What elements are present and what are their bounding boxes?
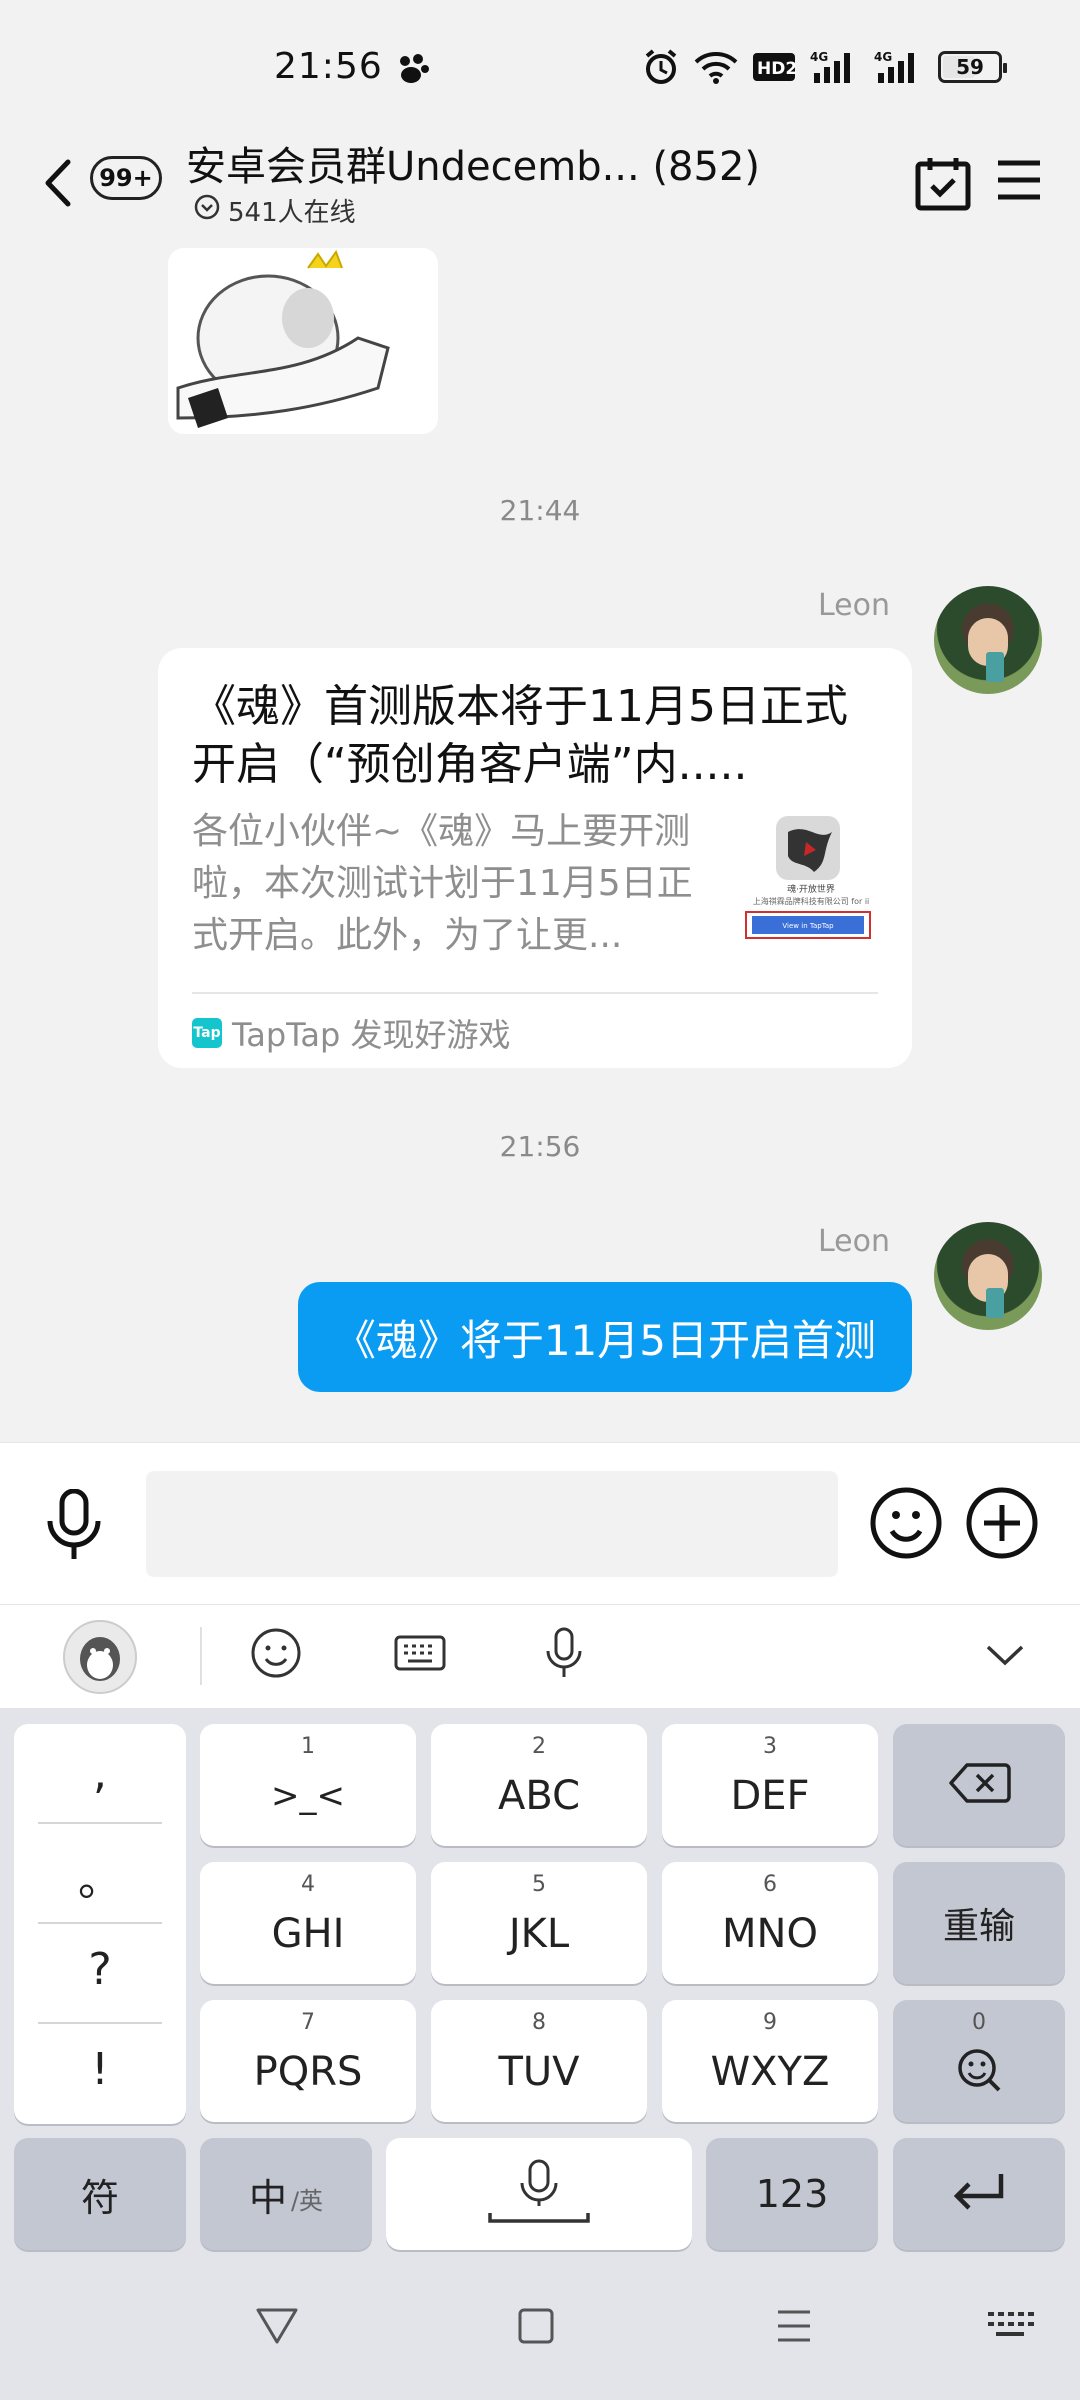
recents-icon[interactable] — [772, 2304, 816, 2352]
calendar-check-icon[interactable] — [914, 156, 972, 212]
sender-name: Leon — [817, 588, 890, 623]
message-input[interactable] — [146, 1471, 838, 1577]
card-source-text: TapTap 发现好游戏 — [232, 1016, 511, 1054]
card-title: 《魂》首测版本将于11月5日正式开启（“预创角客户端”内..... — [192, 681, 848, 790]
qq-penguin-icon[interactable] — [60, 1619, 140, 1699]
svg-text:4G: 4G — [810, 50, 828, 64]
message-input-bar — [0, 1442, 1080, 1604]
timestamp: 21:44 — [499, 494, 581, 527]
toolbar-divider — [200, 1627, 202, 1685]
card-thumbnail: 魂·开放世界 上海祺霖品牌科技有限公司 for ii View in TapTa… — [736, 812, 886, 942]
symbol-key[interactable]: 。 — [14, 1844, 186, 1908]
back-triangle-icon[interactable] — [252, 2304, 302, 2352]
svg-text:4G: 4G — [874, 50, 892, 64]
emoticon-search-icon — [955, 2046, 1003, 2098]
key-0-emoticon[interactable]: 0 — [893, 2000, 1065, 2122]
collapse-chevron-icon[interactable] — [980, 1635, 1030, 1679]
symbol-switch-key[interactable]: 符 — [14, 2138, 186, 2250]
emoji-icon[interactable] — [248, 1625, 304, 1685]
enter-key[interactable] — [893, 2138, 1065, 2250]
battery-level: 59 — [956, 55, 984, 79]
number-switch-key[interactable]: 123 — [706, 2138, 878, 2250]
key-5[interactable]: 5 JKL — [431, 1862, 647, 1984]
symbol-column[interactable]: , 。 ? ! — [14, 1724, 186, 2124]
back-icon[interactable] — [40, 156, 76, 210]
symbol-divider — [38, 1922, 162, 1924]
key-1[interactable]: 1 >_< — [200, 1724, 416, 1846]
taptap-logo-icon: Tap — [192, 1018, 222, 1048]
wifi-icon — [694, 50, 738, 84]
card-divider — [192, 992, 878, 994]
t9-keyboard: , 。 ? ! 1 >_< 2 ABC 3 DEF 4 GHI 5 JKL 6 … — [0, 1708, 1080, 2256]
svg-text:上海祺霖品牌科技有限公司 for ii: 上海祺霖品牌科技有限公司 for ii — [753, 896, 870, 906]
chat-header: 99+ 安卓会员群Undecemb... (852) 541人在线 — [0, 120, 1080, 240]
avatar[interactable] — [934, 1222, 1042, 1330]
home-square-icon[interactable] — [514, 2304, 558, 2352]
signal-icon: 4G — [810, 49, 860, 85]
online-count[interactable]: 541人在线 — [194, 192, 356, 229]
status-time: 21:56 — [274, 46, 383, 87]
key-8[interactable]: 8 TUV — [431, 2000, 647, 2122]
symbol-divider — [38, 2022, 162, 2024]
ime-toolbar — [0, 1604, 1080, 1708]
online-text: 541人在线 — [228, 198, 356, 228]
status-bar: 21:56 HD2 4G 4G 59 — [0, 0, 1080, 140]
svg-text:View in TapTap: View in TapTap — [782, 922, 834, 930]
key-7[interactable]: 7 PQRS — [200, 2000, 416, 2122]
sender-name: Leon — [817, 1224, 890, 1259]
battery-icon: 59 — [938, 51, 1007, 83]
link-card[interactable]: 《魂》首测版本将于11月5日正式开启（“预创角客户端”内..... 各位小伙伴~… — [158, 648, 912, 1068]
timestamp: 21:56 — [499, 1130, 581, 1163]
key-3[interactable]: 3 DEF — [662, 1724, 878, 1846]
card-description: 各位小伙伴~《魂》马上要开测啦，本次测试计划于11月5日正式开启。此外，为了让更… — [192, 811, 693, 956]
space-key[interactable] — [386, 2138, 692, 2250]
alarm-icon — [642, 48, 680, 86]
key-9[interactable]: 9 WXYZ — [662, 2000, 878, 2122]
keyboard-icon[interactable] — [392, 1625, 448, 1685]
hd-icon: HD2 — [752, 52, 796, 82]
key-6[interactable]: 6 MNO — [662, 1862, 878, 1984]
message-bubble[interactable]: 《魂》将于11月5日开启首测 — [297, 1282, 912, 1392]
key-4[interactable]: 4 GHI — [200, 1862, 416, 1984]
sticker-image[interactable] — [168, 248, 438, 434]
menu-icon[interactable] — [996, 158, 1042, 202]
card-source: Tap TapTap 发现好游戏 — [192, 1010, 511, 1056]
symbol-key[interactable]: ? — [14, 1944, 186, 1995]
space-mic-icon — [484, 2157, 594, 2231]
system-nav-bar — [0, 2256, 1080, 2400]
language-switch-key[interactable]: 中 /英 — [200, 2138, 372, 2250]
group-title[interactable]: 安卓会员群Undecemb... (852) — [186, 134, 760, 192]
microphone-icon[interactable] — [44, 1488, 104, 1565]
backspace-icon — [947, 1761, 1011, 1809]
plus-icon[interactable] — [964, 1485, 1040, 1565]
avatar[interactable] — [934, 586, 1042, 694]
enter-icon — [949, 2170, 1009, 2218]
reenter-key[interactable]: 重输 — [893, 1862, 1065, 1984]
symbol-divider — [38, 1822, 162, 1824]
svg-text:HD2: HD2 — [757, 59, 796, 79]
chevron-down-circle-icon — [194, 194, 220, 227]
voice-icon[interactable] — [536, 1625, 592, 1685]
symbol-key[interactable]: , — [14, 1748, 186, 1799]
symbol-key[interactable]: ! — [14, 2044, 186, 2095]
signal-icon: 4G — [874, 49, 924, 85]
keyboard-hide-icon[interactable] — [984, 2308, 1036, 2348]
smiley-icon[interactable] — [868, 1485, 944, 1565]
key-2[interactable]: 2 ABC — [431, 1724, 647, 1846]
svg-text:魂·开放世界: 魂·开放世界 — [787, 883, 835, 895]
backspace-key[interactable] — [893, 1724, 1065, 1846]
unread-badge[interactable]: 99+ — [90, 156, 162, 200]
paw-icon — [396, 52, 430, 90]
